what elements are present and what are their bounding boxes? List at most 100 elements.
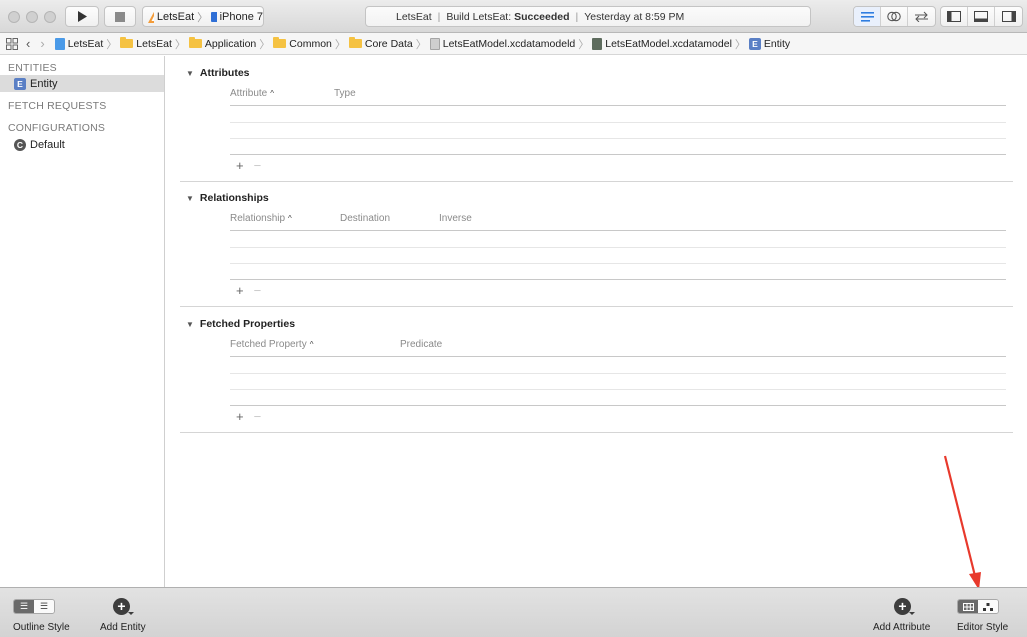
utilities-toggle-button[interactable] — [995, 7, 1022, 26]
add-entity-plus-icon[interactable]: + — [113, 598, 134, 615]
destination-column-label: Destination — [340, 213, 391, 224]
disclosure-triangle-icon: ▼ — [186, 68, 194, 78]
crumb-entity[interactable]: E Entity — [748, 37, 790, 50]
graph-nodes-icon — [982, 602, 993, 611]
relationships-section: ▼ Relationships Relationship ^ Destinatio… — [180, 192, 1013, 307]
crumb-separator: 〉 — [174, 38, 186, 51]
jump-bar: ‹ › LetsEat 〉 LetsEat 〉 Application 〉 Co… — [0, 33, 1027, 55]
crumb-xcdatamodel[interactable]: LetsEatModel.xcdatamodel — [592, 37, 732, 50]
add-fetched-property-button[interactable]: + — [236, 409, 244, 424]
crumb-group-application[interactable]: Application — [188, 37, 257, 50]
assistant-editor-icon — [887, 11, 901, 22]
fetched-property-column-header[interactable]: Fetched Property ^ — [230, 339, 313, 350]
attributes-section: ▼ Attributes Attribute ^ Type + − — [180, 67, 1013, 182]
crumb-group-common[interactable]: Common — [273, 37, 332, 50]
disclosure-triangle-icon: ▼ — [186, 319, 194, 329]
attributes-header[interactable]: ▼ Attributes — [186, 67, 250, 79]
row-divider — [230, 247, 1006, 248]
sidebar-item-default[interactable]: C Default — [0, 136, 164, 153]
run-button[interactable] — [65, 6, 99, 27]
crumb-project[interactable]: LetsEat — [54, 37, 104, 50]
sidebar-item-default-label: Default — [30, 138, 65, 151]
attribute-column-header[interactable]: Attribute ^ — [230, 88, 274, 99]
sidebar-item-entity[interactable]: E Entity — [0, 75, 164, 92]
outline-hierarchy-option[interactable]: ☰ — [34, 600, 54, 613]
simulator-icon — [211, 11, 217, 22]
standard-editor-icon — [860, 11, 874, 22]
bottom-bar: ☰ ☰ Outline Style + Add Entity + Add Att… — [0, 587, 1027, 637]
add-attribute-plus-button[interactable]: + — [236, 158, 244, 173]
folder-icon — [348, 37, 362, 48]
navigator-toggle-button[interactable] — [941, 7, 968, 26]
status-separator: | — [437, 10, 441, 23]
destination-column-header[interactable]: Destination — [340, 213, 390, 224]
table-bottom-divider — [230, 405, 1006, 406]
related-items-icon[interactable] — [6, 37, 18, 50]
scheme-device-label: iPhone 7 — [219, 10, 263, 23]
debug-toggle-button[interactable] — [968, 7, 995, 26]
crumb-separator: 〉 — [734, 38, 746, 51]
version-editor-button[interactable] — [908, 7, 935, 26]
attributes-add-remove: + − — [236, 158, 261, 173]
editor-style-segment[interactable] — [957, 599, 999, 614]
model-outline-sidebar: ENTITIES E Entity FETCH REQUESTS CONFIGU… — [0, 56, 165, 587]
fetched-properties-header[interactable]: ▼ Fetched Properties — [186, 318, 295, 330]
zoom-window-button[interactable] — [44, 11, 56, 23]
forward-arrow-icon[interactable]: › — [40, 36, 44, 51]
crumb-xcdatamodeld-label: LetsEatModel.xcdatamodeld — [442, 37, 576, 50]
remove-relationship-button[interactable]: − — [254, 283, 262, 298]
stop-button[interactable] — [104, 6, 136, 27]
predicate-column-label: Predicate — [400, 339, 443, 350]
inverse-column-header[interactable]: Inverse — [439, 213, 472, 224]
outline-style-segment[interactable]: ☰ ☰ — [13, 599, 55, 614]
sort-ascending-icon: ^ — [288, 214, 292, 223]
crumb-separator: 〉 — [106, 38, 118, 51]
crumb-project-label: LetsEat — [67, 37, 104, 50]
crumb-separator: 〉 — [259, 38, 271, 51]
add-relationship-button[interactable]: + — [236, 283, 244, 298]
crumb-group-coredata[interactable]: Core Data — [348, 37, 413, 50]
crumb-group-coredata-label: Core Data — [364, 37, 413, 50]
model-bundle-icon — [429, 37, 440, 50]
remove-fetched-property-button[interactable]: − — [254, 409, 262, 424]
xcode-window: LetsEat 〉 iPhone 7 LetsEat | Build LetsE… — [0, 0, 1027, 637]
play-icon — [78, 11, 87, 22]
row-divider — [230, 389, 1006, 390]
fetched-property-column-label: Fetched Property — [230, 339, 307, 350]
outline-flat-option[interactable]: ☰ — [14, 600, 34, 613]
assistant-editor-button[interactable] — [881, 7, 908, 26]
disclosure-triangle-icon: ▼ — [186, 193, 194, 203]
crumb-group-application-label: Application — [204, 37, 257, 50]
graph-style-option[interactable] — [978, 600, 998, 613]
add-attribute-plus-icon[interactable]: + — [894, 598, 915, 615]
add-entity-button[interactable]: Add Entity — [100, 622, 146, 633]
row-divider — [230, 122, 1006, 123]
sort-ascending-icon: ^ — [270, 89, 275, 98]
type-column-header[interactable]: Type — [334, 88, 356, 99]
relationship-column-header[interactable]: Relationship ^ — [230, 213, 292, 224]
bottom-panel-icon — [974, 11, 988, 22]
scheme-selector[interactable]: LetsEat 〉 iPhone 7 — [142, 6, 264, 27]
standard-editor-button[interactable] — [854, 7, 881, 26]
table-style-option[interactable] — [958, 600, 978, 613]
add-attribute-button[interactable]: Add Attribute — [873, 622, 930, 633]
version-editor-icon — [915, 11, 928, 22]
stop-icon — [115, 11, 125, 22]
section-divider — [180, 432, 1013, 433]
predicate-column-header[interactable]: Predicate — [400, 339, 442, 350]
folder-icon — [120, 37, 134, 48]
status-time: Yesterday at 8:59 PM — [584, 10, 685, 23]
fetch-requests-header: FETCH REQUESTS — [8, 100, 107, 112]
remove-attribute-button[interactable]: − — [254, 158, 262, 173]
back-arrow-icon[interactable]: ‹ — [26, 36, 30, 51]
relationships-header[interactable]: ▼ Relationships — [186, 192, 269, 204]
minimize-window-button[interactable] — [26, 11, 38, 23]
close-window-button[interactable] — [8, 11, 20, 23]
section-divider — [180, 181, 1013, 182]
annotation-arrow-line — [943, 455, 977, 577]
crumb-xcdatamodeld[interactable]: LetsEatModel.xcdatamodeld — [429, 37, 576, 50]
type-column-label: Type — [334, 88, 356, 99]
activity-status: LetsEat | Build LetsEat: Succeeded | Yes… — [365, 6, 811, 27]
status-separator-2: | — [575, 10, 579, 23]
crumb-group-letseat[interactable]: LetsEat — [120, 37, 172, 50]
